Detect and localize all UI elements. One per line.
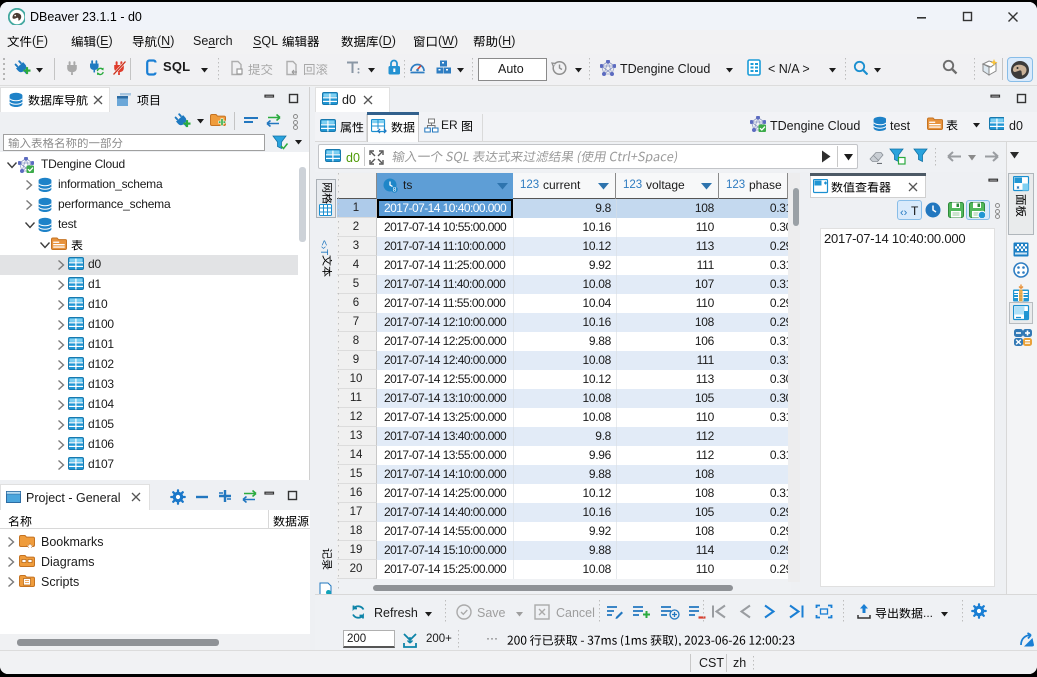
svg-text:8: 8 [393,187,397,193]
